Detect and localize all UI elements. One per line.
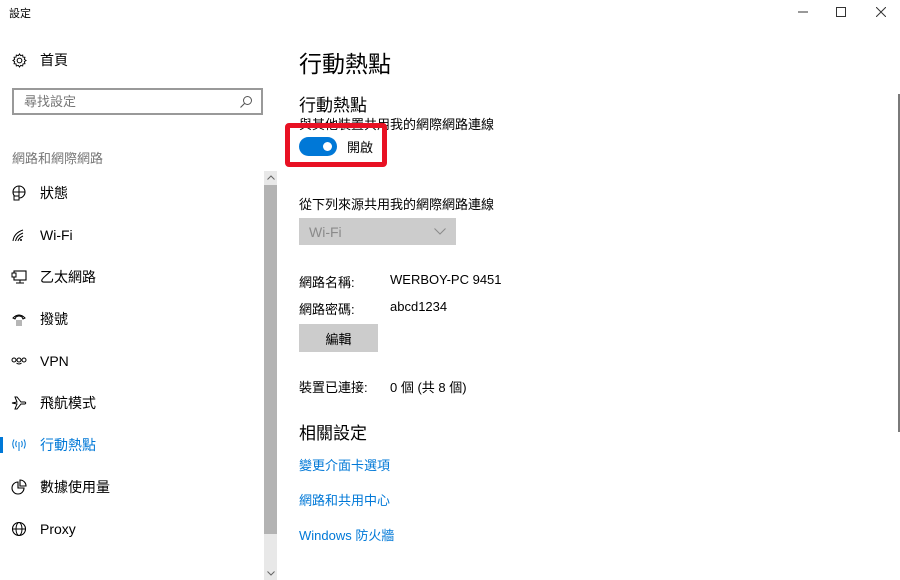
hotspot-toggle[interactable] — [299, 137, 337, 156]
sidebar-item-wifi[interactable]: Wi-Fi — [0, 214, 262, 256]
network-password-row: 網路密碼: abcd1234 — [299, 299, 447, 318]
network-name-value: WERBOY-PC 9451 — [390, 272, 502, 287]
sidebar-item-label: 狀態 — [40, 185, 68, 201]
dialup-icon — [11, 311, 27, 327]
devices-connected-row: 裝置已連接: 0 個 (共 8 個) — [299, 377, 467, 396]
airplane-icon — [11, 395, 27, 411]
close-icon — [876, 7, 886, 17]
sidebar-item-vpn[interactable]: VPN — [0, 340, 262, 382]
toggle-knob — [323, 142, 332, 151]
data-usage-icon — [11, 479, 27, 495]
sidebar: 首頁 網路和網際網路 狀態 Wi-Fi 乙太網路 — [0, 30, 280, 580]
change-adapter-options-link[interactable]: 變更介面卡選項 — [299, 455, 390, 474]
search-icon[interactable] — [239, 95, 253, 109]
home-link[interactable]: 首頁 — [11, 50, 68, 70]
windows-firewall-link[interactable]: Windows 防火牆 — [299, 525, 394, 544]
sidebar-item-label: Wi-Fi — [40, 227, 73, 243]
search-box[interactable] — [12, 88, 263, 115]
main-content: 行動熱點 行動熱點 與其他裝置共用我的網際網路連線 開啟 從下列來源共用我的網際… — [285, 30, 859, 580]
sidebar-item-status[interactable]: 狀態 — [0, 172, 262, 214]
network-sharing-center-link[interactable]: 網路和共用中心 — [299, 490, 390, 509]
home-label: 首頁 — [40, 52, 68, 68]
ethernet-icon — [11, 269, 27, 285]
source-selected-value: Wi-Fi — [309, 223, 342, 240]
title-bar: 設定 — [0, 0, 900, 30]
sidebar-item-label: 撥號 — [40, 311, 68, 327]
network-password-value: abcd1234 — [390, 299, 448, 314]
chevron-up-icon — [266, 175, 275, 180]
sidebar-item-mobile-hotspot[interactable]: 行動熱點 — [0, 424, 262, 466]
globe-status-icon — [11, 185, 27, 201]
app-title: 設定 — [9, 8, 31, 20]
sidebar-item-proxy[interactable]: Proxy — [0, 508, 262, 550]
minimize-icon — [798, 11, 808, 13]
toggle-state-label: 開啟 — [347, 140, 374, 155]
vpn-icon — [11, 353, 27, 369]
sidebar-scrollbar[interactable] — [264, 171, 277, 580]
search-input[interactable] — [24, 94, 239, 109]
scroll-down-button[interactable] — [264, 567, 277, 580]
sidebar-item-label: 乙太網路 — [40, 269, 96, 285]
sidebar-item-label: 飛航模式 — [40, 395, 96, 411]
hotspot-icon — [11, 437, 27, 453]
sidebar-item-data-usage[interactable]: 數據使用量 — [0, 466, 262, 508]
sidebar-item-airplane[interactable]: 飛航模式 — [0, 382, 262, 424]
nav-list: 狀態 Wi-Fi 乙太網路 撥號 VPN 飛航模式 行動熱點 數據使用量 Pro… — [0, 172, 262, 550]
sidebar-item-label: 行動熱點 — [40, 437, 96, 453]
source-label: 從下列來源共用我的網際網路連線 — [299, 197, 495, 212]
sidebar-item-ethernet[interactable]: 乙太網路 — [0, 256, 262, 298]
section-label: 網路和網際網路 — [12, 151, 104, 166]
network-name-key: 網路名稱: — [299, 275, 355, 290]
chevron-down-icon — [266, 571, 275, 576]
gear-icon — [11, 52, 27, 68]
scroll-up-button[interactable] — [264, 171, 277, 184]
source-dropdown[interactable]: Wi-Fi — [299, 218, 456, 245]
wifi-icon — [11, 227, 27, 243]
devices-connected-value: 0 個 (共 8 個) — [390, 380, 467, 395]
scrollbar-thumb[interactable] — [264, 185, 277, 534]
sidebar-item-label: Proxy — [40, 521, 76, 537]
sidebar-item-label: VPN — [40, 353, 69, 369]
network-name-row: 網路名稱: WERBOY-PC 9451 — [299, 272, 502, 291]
sidebar-item-label: 數據使用量 — [40, 479, 110, 495]
page-title: 行動熱點 — [299, 51, 391, 77]
chevron-down-icon — [434, 228, 446, 235]
hotspot-toggle-row: 開啟 — [299, 137, 373, 156]
network-password-key: 網路密碼: — [299, 302, 355, 317]
hotspot-title: 行動熱點 — [299, 96, 367, 115]
close-button[interactable] — [858, 0, 900, 24]
globe-icon — [11, 521, 27, 537]
sidebar-item-dialup[interactable]: 撥號 — [0, 298, 262, 340]
maximize-icon — [836, 7, 846, 17]
devices-connected-key: 裝置已連接: — [299, 380, 368, 395]
related-settings-title: 相關設定 — [299, 424, 367, 443]
edit-button[interactable]: 編輯 — [299, 324, 378, 352]
